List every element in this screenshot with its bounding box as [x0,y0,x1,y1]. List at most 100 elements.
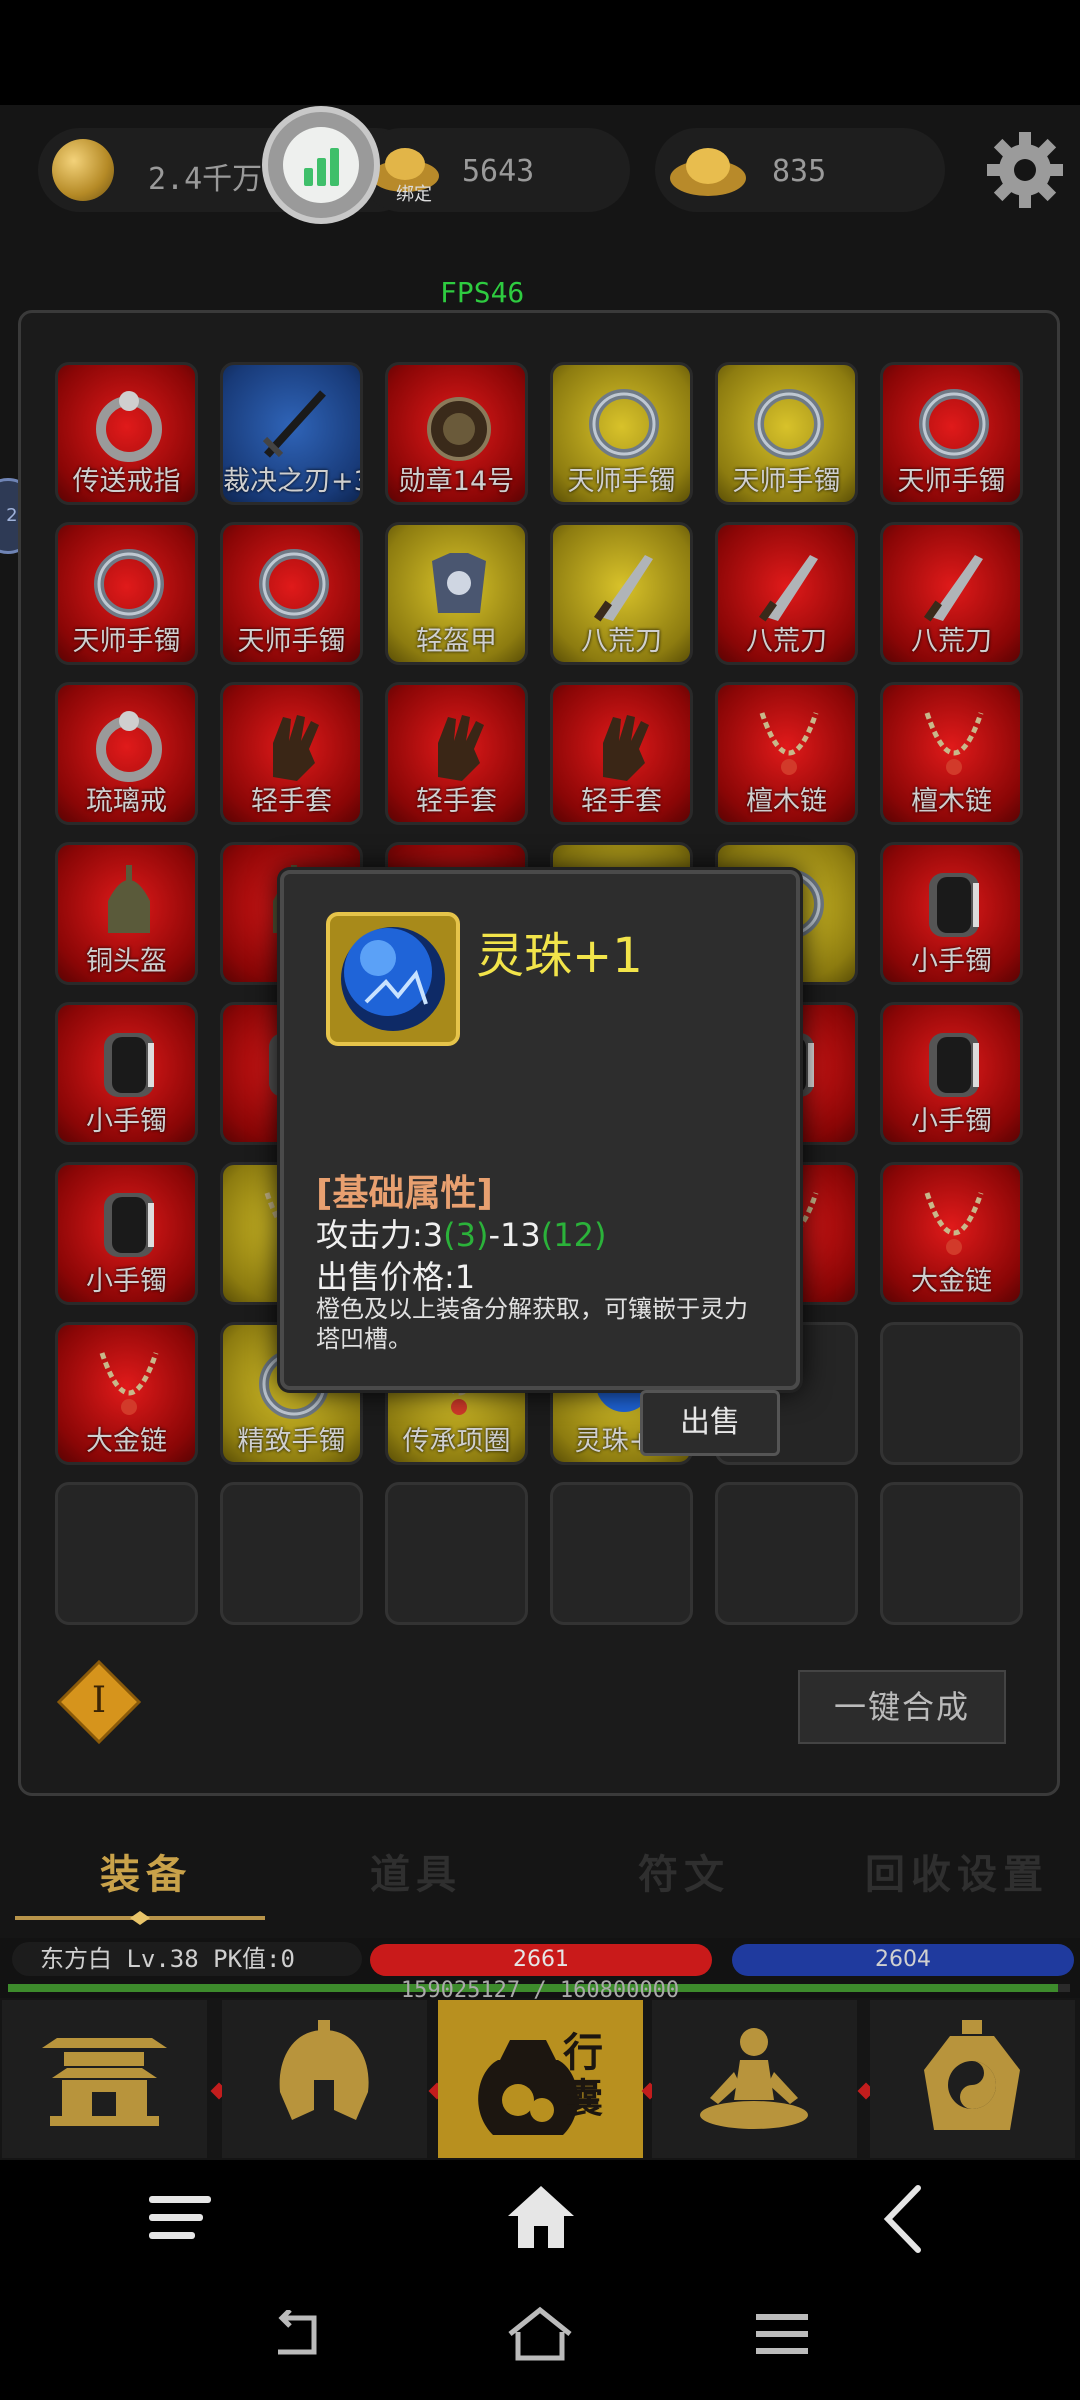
performance-signal-icon[interactable] [262,106,380,224]
one-click-combine-button[interactable]: 一键合成 [798,1670,1006,1744]
city-icon [42,2038,167,2126]
slot-label: 檀木链 [911,786,992,817]
tab-equipment[interactable]: 装备 [100,1842,192,1900]
slot-label: 八荒刀 [581,626,662,657]
home-icon[interactable] [506,2182,576,2252]
slot-label: 小手镯 [86,1106,167,1137]
base-attributes-heading: [基础属性] [316,1173,493,1214]
home-gesture-icon[interactable] [506,2306,574,2362]
nav-meditate-button[interactable] [652,2000,857,2158]
active-tab-underline [15,1910,265,1925]
sell-price: 出售价格:1 [316,1258,476,1296]
attack-max-bonus: (12) [540,1216,607,1254]
inventory-slot-empty[interactable] [385,1482,528,1625]
inventory-slot[interactable]: 八荒刀 [550,522,693,665]
slot-label: 天师手镯 [72,626,181,657]
nav-hero-button[interactable] [222,2000,427,2158]
inventory-slot[interactable]: 天师手镯 [550,362,693,505]
nav-city-button[interactable] [2,2000,207,2158]
attack-min-bonus: (3) [443,1216,489,1254]
inventory-slot[interactable]: 大金链 [880,1162,1023,1305]
settings-gear-icon[interactable] [985,130,1065,210]
slot-label: 琉璃戒 [86,786,167,817]
inventory-slot[interactable]: 天师手镯 [55,522,198,665]
inventory-slot[interactable]: 天师手镯 [220,522,363,665]
slot-label: 铜头盔 [86,946,167,977]
attack-stat: 攻击力:3(3)-13(12) [316,1210,606,1256]
slot-label: 天师手镯 [897,466,1006,497]
menu-icon[interactable] [145,2188,215,2248]
bag-icon [478,2040,578,2135]
inventory-slot-empty[interactable] [880,1322,1023,1465]
hp-bar: 2661 [370,1944,712,1976]
slot-label: 轻手套 [416,786,497,817]
inventory-slot[interactable]: 檀木链 [715,682,858,825]
slot-label: 大金链 [86,1426,167,1457]
lock-badge-icon[interactable]: I [56,1659,142,1745]
bound-tag: 绑定 [396,184,432,205]
inventory-slot[interactable]: 大金链 [55,1322,198,1465]
inventory-slot[interactable]: 天师手镯 [880,362,1023,505]
item-title: 灵珠+1 [476,928,643,984]
slot-label: 大金链 [911,1266,992,1297]
inventory-slot[interactable]: 小手镯 [880,1002,1023,1145]
inventory-slot[interactable]: 轻盔甲 [385,522,528,665]
tab-runes[interactable]: 符文 [638,1842,730,1900]
inventory-slot[interactable]: 轻手套 [220,682,363,825]
spirit-orb-icon [326,912,460,1046]
inventory-slot-empty[interactable] [550,1482,693,1625]
attack-prefix: 攻击力:3 [316,1216,444,1254]
slot-label: 轻手套 [251,786,332,817]
inventory-slot[interactable]: 八荒刀 [880,522,1023,665]
slot-label: 天师手镯 [237,626,346,657]
gold-ingot-icon [668,140,748,200]
player-name-level: 东方白 Lv.38 PK值:0 [12,1942,362,1976]
meditate-icon [700,2028,808,2129]
taiji-icon [924,2020,1020,2130]
inventory-slot[interactable]: 轻手套 [550,682,693,825]
inventory-slot[interactable]: 裁决之刃+3 [220,362,363,505]
slot-label: 传承项圈 [402,1426,511,1457]
inventory-slot[interactable]: 琉璃戒 [55,682,198,825]
slot-label: 天师手镯 [732,466,841,497]
nav-taiji-button[interactable] [870,2000,1075,2158]
slot-label: 精致手镯 [237,1426,346,1457]
inventory-slot[interactable]: 轻手套 [385,682,528,825]
inventory-slot[interactable]: 小手镯 [55,1162,198,1305]
inventory-slot[interactable]: 小手镯 [880,842,1023,985]
sell-button[interactable]: 出售 [640,1390,780,1456]
inventory-slot-empty[interactable] [55,1482,198,1625]
slot-label: 小手镯 [86,1266,167,1297]
bag-nav-label: 行囊 [563,2030,603,2122]
mp-bar: 2604 [732,1944,1074,1976]
inventory-slot-empty[interactable] [715,1482,858,1625]
back-icon[interactable] [878,2184,928,2254]
back-gesture-icon[interactable] [270,2308,330,2360]
slot-label: 传送戒指 [72,466,181,497]
inventory-slot[interactable]: 八荒刀 [715,522,858,665]
inventory-slot-empty[interactable] [880,1482,1023,1625]
inventory-slot[interactable]: 檀木链 [880,682,1023,825]
bound-ingot-value: 5643 [462,154,535,189]
fps-counter: FPS46 [440,276,525,309]
status-bar-area [0,0,1080,105]
recents-icon[interactable] [754,2312,810,2356]
inventory-slot[interactable]: 小手镯 [55,1002,198,1145]
tab-items[interactable]: 道具 [370,1842,462,1900]
item-description: 橙色及以上装备分解获取，可镶嵌于灵力塔凹槽。 [316,1295,748,1353]
inventory-slot[interactable]: 传送戒指 [55,362,198,505]
slot-label: 天师手镯 [567,466,676,497]
slot-label: 小手镯 [911,946,992,977]
slot-label: 勋章14号 [398,466,515,497]
inventory-slot-empty[interactable] [220,1482,363,1625]
gold-coin-icon [52,139,114,201]
inventory-slot[interactable]: 勋章14号 [385,362,528,505]
slot-label: 小手镯 [911,1106,992,1137]
slot-label: 檀木链 [746,786,827,817]
gold-value: 2.4千万 [148,162,263,197]
attack-mid: -13 [488,1216,541,1254]
nav-bag-button[interactable]: 行囊 [438,2000,643,2158]
tab-recycle-settings[interactable]: 回收设置 [865,1842,1049,1900]
inventory-slot[interactable]: 铜头盔 [55,842,198,985]
inventory-slot[interactable]: 天师手镯 [715,362,858,505]
